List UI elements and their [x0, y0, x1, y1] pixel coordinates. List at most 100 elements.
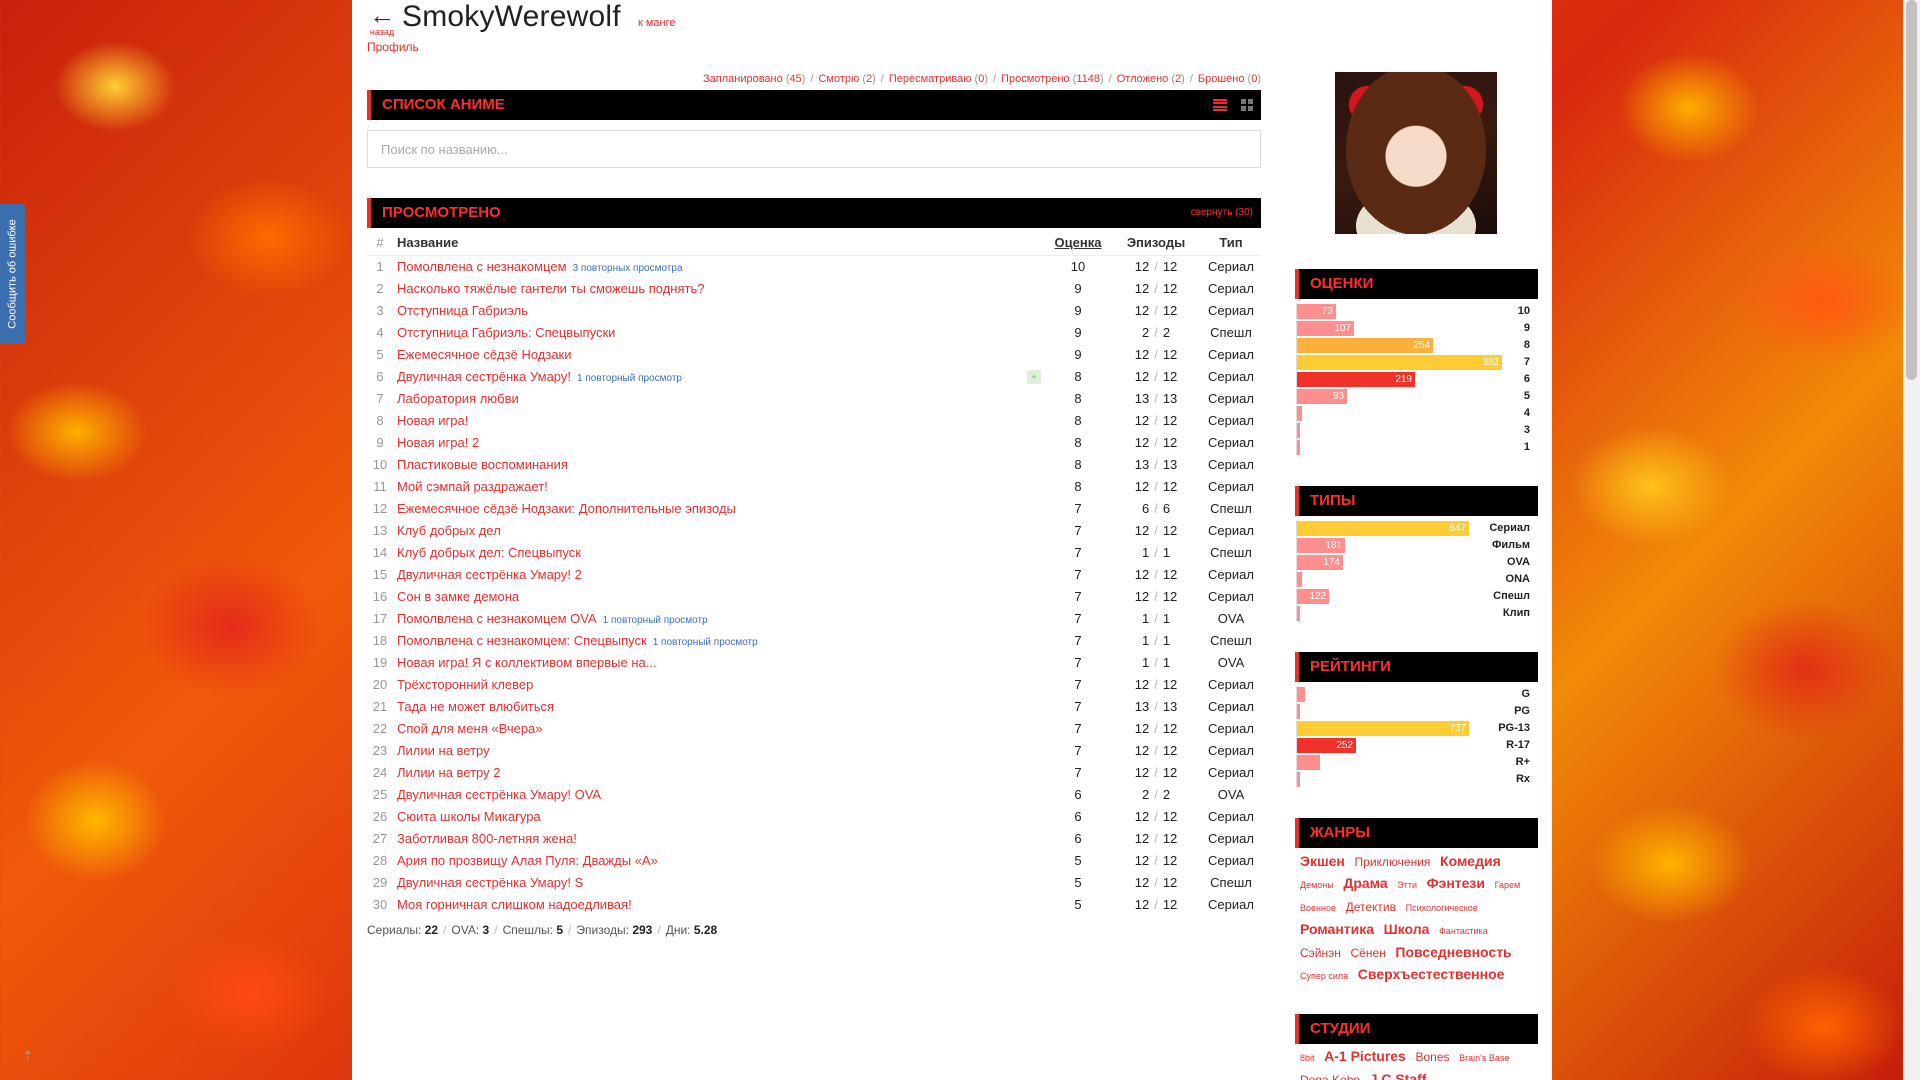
row-episodes[interactable]: 12/12	[1111, 849, 1201, 871]
row-score[interactable]: 9	[1045, 343, 1111, 365]
studios-tag[interactable]: 8bit	[1300, 1053, 1315, 1063]
genres-tag[interactable]: Комедия	[1440, 853, 1501, 869]
studios-tag[interactable]: Doga Kobo	[1300, 1073, 1360, 1080]
row-episodes[interactable]: 12/12	[1111, 585, 1201, 607]
anime-title-link[interactable]: Клуб добрых дел	[397, 523, 501, 538]
studios-tag[interactable]: Brain's Base	[1459, 1053, 1509, 1063]
anime-title-link[interactable]: Помолвлена с незнакомцем: Спецвыпуск	[397, 633, 647, 648]
status-filter-link[interactable]: Брошено (0)	[1198, 73, 1261, 85]
profile-link[interactable]: Профиль	[367, 40, 419, 54]
row-episodes[interactable]: 13/13	[1111, 387, 1201, 409]
ratings-bar[interactable]: 252	[1297, 738, 1356, 753]
ratings-bar[interactable]	[1297, 755, 1320, 770]
scrollbar-thumb[interactable]	[1906, 0, 1917, 380]
row-episodes[interactable]: 6/6	[1111, 497, 1201, 519]
ratings-bar[interactable]: 737	[1297, 721, 1469, 736]
row-score[interactable]: 8	[1045, 387, 1111, 409]
row-episodes[interactable]: 1/1	[1111, 651, 1201, 673]
scores-bar[interactable]	[1297, 423, 1300, 438]
row-score[interactable]: 9	[1045, 277, 1111, 299]
types-bar[interactable]	[1297, 606, 1300, 621]
status-filter-link[interactable]: Смотрю (2)	[818, 73, 875, 85]
row-score[interactable]: 9	[1045, 299, 1111, 321]
row-episodes[interactable]: 12/12	[1111, 299, 1201, 321]
row-score[interactable]: 6	[1045, 827, 1111, 849]
row-score[interactable]: 6	[1045, 805, 1111, 827]
report-error-tab[interactable]: Сообщить об ошибке	[0, 204, 25, 344]
row-episodes[interactable]: 2/2	[1111, 783, 1201, 805]
row-episodes[interactable]: 12/12	[1111, 409, 1201, 431]
ratings-bar[interactable]	[1297, 704, 1300, 719]
col-score[interactable]: Оценка	[1045, 231, 1111, 256]
row-score[interactable]: 10	[1045, 255, 1111, 277]
scores-bar[interactable]	[1297, 406, 1302, 421]
genres-tag[interactable]: Психологическое	[1406, 903, 1478, 913]
genres-tag[interactable]: Повседневность	[1395, 944, 1511, 960]
types-bar[interactable]: 122	[1297, 589, 1329, 604]
anime-title-link[interactable]: Пластиковые воспоминания	[397, 457, 568, 472]
row-episodes[interactable]: 12/12	[1111, 761, 1201, 783]
anime-title-link[interactable]: Заботливая 800-летняя жена!	[397, 831, 577, 846]
anime-title-link[interactable]: Новая игра!	[397, 413, 468, 428]
scores-bar[interactable]: 107	[1297, 321, 1354, 336]
anime-title-link[interactable]: Двуличная сестрёнка Умару! 2	[397, 567, 582, 582]
row-episodes[interactable]: 13/13	[1111, 695, 1201, 717]
anime-title-link[interactable]: Ария по прозвищу Алая Пуля: Дважды «А»	[397, 853, 658, 868]
row-score[interactable]: 7	[1045, 497, 1111, 519]
scores-bar[interactable]: 93	[1297, 389, 1347, 404]
row-score[interactable]: 7	[1045, 651, 1111, 673]
row-episodes[interactable]: 12/12	[1111, 255, 1201, 277]
row-episodes[interactable]: 12/12	[1111, 717, 1201, 739]
row-episodes[interactable]: 12/12	[1111, 805, 1201, 827]
anime-title-link[interactable]: Сон в замке демона	[397, 589, 519, 604]
row-score[interactable]: 7	[1045, 541, 1111, 563]
status-filter-link[interactable]: Пересматриваю (0)	[889, 73, 988, 85]
row-episodes[interactable]: 12/12	[1111, 827, 1201, 849]
anime-title-link[interactable]: Ежемесячное сёдзё Нодзаки: Дополнительны…	[397, 501, 736, 516]
genres-tag[interactable]: Детектив	[1346, 900, 1396, 914]
row-score[interactable]: 9	[1045, 321, 1111, 343]
scrollbar[interactable]	[1903, 0, 1920, 1080]
genres-tag[interactable]: Фантастика	[1439, 926, 1488, 936]
anime-title-link[interactable]: Мой сэмпай раздражает!	[397, 479, 548, 494]
genres-tag[interactable]: Этти	[1397, 880, 1417, 890]
types-bar[interactable]	[1297, 572, 1302, 587]
row-episodes[interactable]: 2/2	[1111, 321, 1201, 343]
anime-title-link[interactable]: Двуличная сестрёнка Умару!	[397, 369, 571, 384]
row-score[interactable]: 5	[1045, 849, 1111, 871]
genres-tag[interactable]: Гарем	[1495, 880, 1521, 890]
row-score[interactable]: 7	[1045, 695, 1111, 717]
row-score[interactable]: 5	[1045, 893, 1111, 915]
row-score[interactable]: 5	[1045, 871, 1111, 893]
genres-tag[interactable]: Приключения	[1355, 855, 1431, 869]
anime-title-link[interactable]: Спой для меня «Вчера»	[397, 721, 543, 736]
col-title[interactable]: Название	[393, 231, 1023, 256]
row-score[interactable]: 8	[1045, 431, 1111, 453]
scores-bar[interactable]: 382	[1297, 355, 1502, 370]
genres-tag[interactable]: Драма	[1343, 875, 1387, 891]
anime-title-link[interactable]: Отступница Габриэль: Спецвыпуски	[397, 325, 615, 340]
genres-tag[interactable]: Военное	[1300, 903, 1336, 913]
row-score[interactable]: 7	[1045, 761, 1111, 783]
row-score[interactable]: 8	[1045, 409, 1111, 431]
row-episodes[interactable]: 12/12	[1111, 343, 1201, 365]
avatar[interactable]	[1335, 72, 1497, 234]
studios-tag[interactable]: J.C.Staff	[1370, 1071, 1427, 1080]
row-episodes[interactable]: 12/12	[1111, 519, 1201, 541]
note-badge[interactable]: +	[1027, 370, 1041, 384]
scores-bar[interactable]: 73	[1297, 304, 1336, 319]
row-episodes[interactable]: 12/12	[1111, 893, 1201, 915]
genres-tag[interactable]: Сэйнэн	[1300, 946, 1341, 960]
anime-title-link[interactable]: Ежемесячное сёдзё Нодзаки	[397, 347, 572, 362]
scores-bar[interactable]: 254	[1297, 338, 1433, 353]
genres-tag[interactable]: Экшен	[1300, 853, 1345, 869]
anime-title-link[interactable]: Тада не может влюбиться	[397, 699, 554, 714]
row-score[interactable]: 7	[1045, 585, 1111, 607]
anime-title-link[interactable]: Трёхсторонний клевер	[397, 677, 533, 692]
anime-title-link[interactable]: Клуб добрых дел: Спецвыпуск	[397, 545, 581, 560]
row-episodes[interactable]: 12/12	[1111, 673, 1201, 695]
list-view-icon[interactable]	[1213, 99, 1227, 111]
row-episodes[interactable]: 1/1	[1111, 541, 1201, 563]
row-score[interactable]: 7	[1045, 673, 1111, 695]
genres-tag[interactable]: Школа	[1384, 921, 1430, 937]
